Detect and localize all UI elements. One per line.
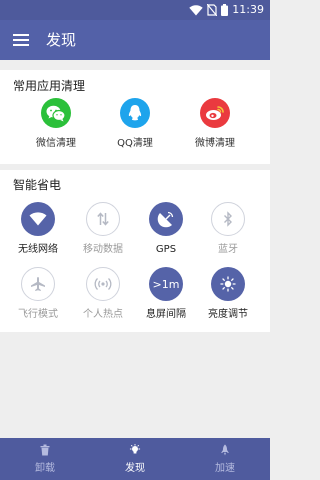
nav-item-discover[interactable]: 发现 xyxy=(90,438,180,480)
wifi-icon xyxy=(189,4,203,15)
airplane-icon xyxy=(21,267,55,301)
airplane-toggle[interactable]: 飞行模式 xyxy=(8,267,68,321)
qq-icon xyxy=(120,98,150,128)
bluetooth-toggle[interactable]: 蓝牙 xyxy=(198,202,258,256)
screen-timeout-toggle[interactable]: >1m 息屏间隔 xyxy=(136,267,196,321)
bluetooth-label: 蓝牙 xyxy=(218,244,238,255)
screen-timeout-label: 息屏间隔 xyxy=(146,309,186,320)
page-title: 发现 xyxy=(46,31,77,49)
rocket-icon xyxy=(221,444,229,456)
brightness-icon xyxy=(211,267,245,301)
qq-clean-button[interactable]: QQ清理 xyxy=(103,98,167,150)
weibo-clean-label: 微博清理 xyxy=(195,138,235,149)
status-time: 11:39 xyxy=(232,3,264,16)
no-sim-icon xyxy=(207,4,218,16)
hotspot-icon xyxy=(86,267,120,301)
mobile-data-icon xyxy=(86,202,120,236)
cleanup-card: 常用应用清理 微信清理 QQ清理 微博清理 xyxy=(0,70,270,164)
qq-clean-label: QQ清理 xyxy=(117,138,153,149)
brightness-toggle[interactable]: 亮度调节 xyxy=(198,267,258,321)
lightbulb-icon xyxy=(129,444,141,454)
airplane-label: 飞行模式 xyxy=(18,309,58,320)
gps-label: GPS xyxy=(155,244,177,255)
weibo-icon xyxy=(200,98,230,128)
hotspot-toggle[interactable]: 个人热点 xyxy=(73,267,133,321)
app-bar: 发现 xyxy=(0,20,270,60)
mobile-data-label: 移动数据 xyxy=(83,244,123,255)
status-icons: 11:39 xyxy=(189,3,264,17)
nav-label-uninstall: 卸载 xyxy=(35,463,55,474)
brightness-label: 亮度调节 xyxy=(208,309,248,320)
battery-icon xyxy=(221,4,229,16)
nav-label-speedup: 加速 xyxy=(215,463,235,474)
nav-item-uninstall[interactable]: 卸载 xyxy=(0,438,90,480)
bluetooth-icon xyxy=(211,202,245,236)
mobile-data-toggle[interactable]: 移动数据 xyxy=(73,202,133,256)
menu-button[interactable] xyxy=(8,27,34,53)
wechat-icon xyxy=(41,98,71,128)
wifi-label: 无线网络 xyxy=(18,244,58,255)
trash-icon xyxy=(40,444,50,456)
weibo-clean-button[interactable]: 微博清理 xyxy=(183,98,247,150)
screen-timeout-icon: >1m xyxy=(149,267,183,301)
wechat-clean-button[interactable]: 微信清理 xyxy=(24,98,88,150)
power-card: 智能省电 无线网络 移动数据 GPS 蓝牙 飞行模式 个人热点 >1m 息屏间隔… xyxy=(0,170,270,332)
status-bar: 11:39 xyxy=(0,0,270,20)
hotspot-label: 个人热点 xyxy=(83,309,123,320)
screen-timeout-value: >1m xyxy=(152,277,180,291)
power-section-title: 智能省电 xyxy=(13,178,62,192)
bottom-nav: 卸载 发现 加速 xyxy=(0,438,270,480)
nav-item-speedup[interactable]: 加速 xyxy=(180,438,270,480)
nav-label-discover: 发现 xyxy=(125,463,145,474)
menu-icon xyxy=(13,34,29,46)
gps-icon xyxy=(149,202,183,236)
gps-toggle[interactable]: GPS xyxy=(136,202,196,256)
wifi-toggle[interactable]: 无线网络 xyxy=(8,202,68,256)
wechat-clean-label: 微信清理 xyxy=(36,138,76,149)
wifi-icon xyxy=(21,202,55,236)
cleanup-section-title: 常用应用清理 xyxy=(13,79,86,93)
